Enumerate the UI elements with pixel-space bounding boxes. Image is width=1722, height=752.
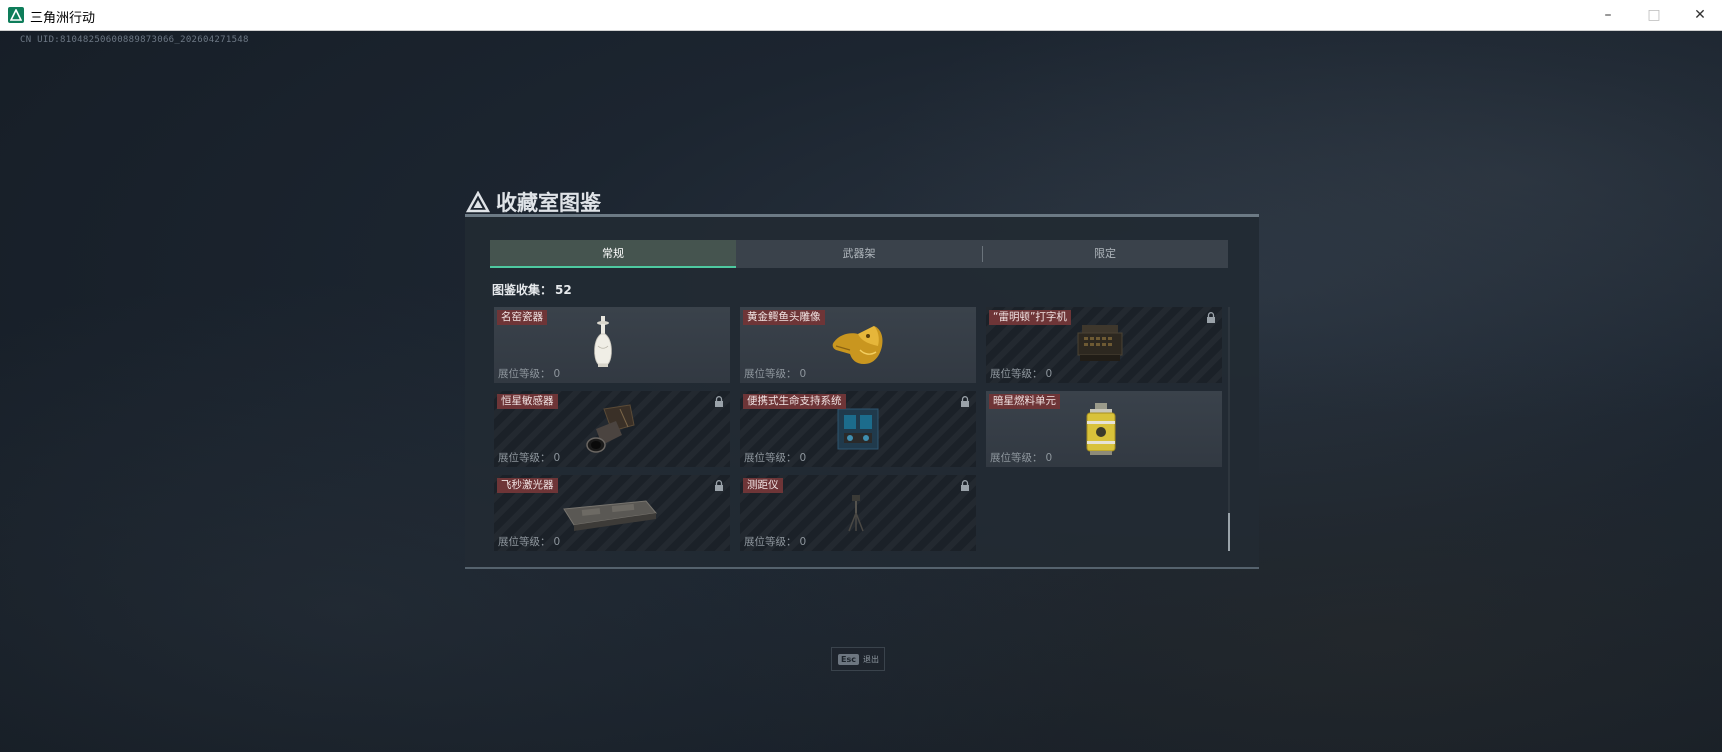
panel-header: 收藏室图鉴 (466, 187, 601, 217)
esc-key-badge: Esc (838, 653, 859, 665)
level-value: 0 (553, 536, 561, 548)
level-value: 0 (799, 536, 807, 548)
level-label: 展位等级： (744, 368, 797, 380)
item-name: 恒星敏感器 (497, 394, 558, 409)
game-viewport: CN UID:81048250600889873066_202604271548… (0, 31, 1722, 752)
lock-icon (961, 480, 969, 491)
item-card[interactable]: 黄金鳄鱼头雕像 展位等级： 0 (740, 307, 976, 383)
item-card[interactable]: 便携式生命支持系统 展位等级： 0 (740, 391, 976, 467)
item-card[interactable]: 名窑瓷器 展位等级： 0 (494, 307, 730, 383)
collection-panel: 常规 武器架 限定 图鉴收集： 52 名窑瓷器 展位等级： 0 黄金鳄鱼头雕像 … (465, 214, 1259, 569)
item-level: 展位等级： 0 (990, 450, 1052, 465)
lock-icon (961, 396, 969, 407)
tab-regular[interactable]: 常规 (490, 240, 736, 268)
esc-label: 退出 (862, 654, 879, 664)
item-name: 便携式生命支持系统 (743, 394, 846, 409)
typewriter-icon (1077, 325, 1123, 361)
level-label: 展位等级： (744, 452, 797, 464)
level-label: 展位等级： (990, 452, 1043, 464)
level-value: 0 (799, 368, 807, 380)
item-level: 展位等级： 0 (744, 534, 806, 549)
tab-limited[interactable]: 限定 (982, 240, 1228, 268)
item-card[interactable]: 飞秒激光器 展位等级： 0 (494, 475, 730, 551)
item-name: “雷明顿”打字机 (989, 310, 1071, 325)
item-card[interactable]: 恒星敏感器 展位等级： 0 (494, 391, 730, 467)
level-label: 展位等级： (498, 536, 551, 548)
porcelain-vase-icon (594, 316, 612, 367)
level-value: 0 (799, 452, 807, 464)
item-level: 展位等级： 0 (744, 450, 806, 465)
fuel-cell-icon (1086, 403, 1116, 455)
item-card[interactable]: “雷明顿”打字机 展位等级： 0 (986, 307, 1222, 383)
minimize-button[interactable]: – (1585, 0, 1631, 30)
collection-count-value: 52 (555, 283, 572, 297)
item-card[interactable]: 测距仪 展位等级： 0 (740, 475, 976, 551)
rangefinder-icon (848, 495, 864, 532)
esc-exit-hint[interactable]: Esc 退出 (831, 647, 885, 671)
item-name: 黄金鳄鱼头雕像 (743, 310, 825, 325)
item-name: 暗星燃料单元 (989, 394, 1060, 409)
item-level: 展位等级： 0 (990, 366, 1052, 381)
maximize-button[interactable]: □ (1631, 0, 1677, 30)
item-name: 测距仪 (743, 478, 783, 493)
item-level: 展位等级： 0 (498, 534, 560, 549)
collection-count: 图鉴收集： 52 (492, 281, 572, 298)
level-label: 展位等级： (744, 536, 797, 548)
panel-title: 收藏室图鉴 (496, 191, 601, 215)
collection-count-label: 图鉴收集： (492, 283, 553, 297)
item-card[interactable]: 暗星燃料单元 展位等级： 0 (986, 391, 1222, 467)
level-value: 0 (1045, 452, 1053, 464)
lock-icon (715, 396, 723, 407)
tab-weapon-rack[interactable]: 武器架 (736, 240, 982, 268)
tab-bar: 常规 武器架 限定 (490, 240, 1228, 268)
scrollbar-track[interactable] (1228, 307, 1230, 545)
item-name: 名窑瓷器 (497, 310, 547, 325)
level-label: 展位等级： (990, 368, 1043, 380)
item-name: 飞秒激光器 (497, 478, 558, 493)
scrollbar-thumb[interactable] (1228, 513, 1230, 551)
level-value: 0 (553, 368, 561, 380)
item-level: 展位等级： 0 (744, 366, 806, 381)
uid-text: CN UID:81048250600889873066_202604271548 (20, 35, 249, 45)
lock-icon (1207, 312, 1215, 323)
level-value: 0 (553, 452, 561, 464)
app-logo-icon (8, 7, 24, 23)
window-title: 三角洲行动 (30, 11, 96, 26)
close-button[interactable]: ✕ (1677, 0, 1722, 30)
level-label: 展位等级： (498, 452, 551, 464)
window-titlebar: 三角洲行动 – □ ✕ (0, 0, 1722, 31)
level-value: 0 (1045, 368, 1053, 380)
lock-icon (715, 480, 723, 491)
star-sensor-icon (586, 404, 635, 453)
life-support-icon (837, 408, 879, 450)
level-label: 展位等级： (498, 368, 551, 380)
femtosecond-laser-icon (563, 500, 657, 531)
item-level: 展位等级： 0 (498, 450, 560, 465)
delta-logo-icon (466, 191, 490, 213)
item-level: 展位等级： 0 (498, 366, 560, 381)
gold-crocodile-head-icon (832, 326, 883, 364)
